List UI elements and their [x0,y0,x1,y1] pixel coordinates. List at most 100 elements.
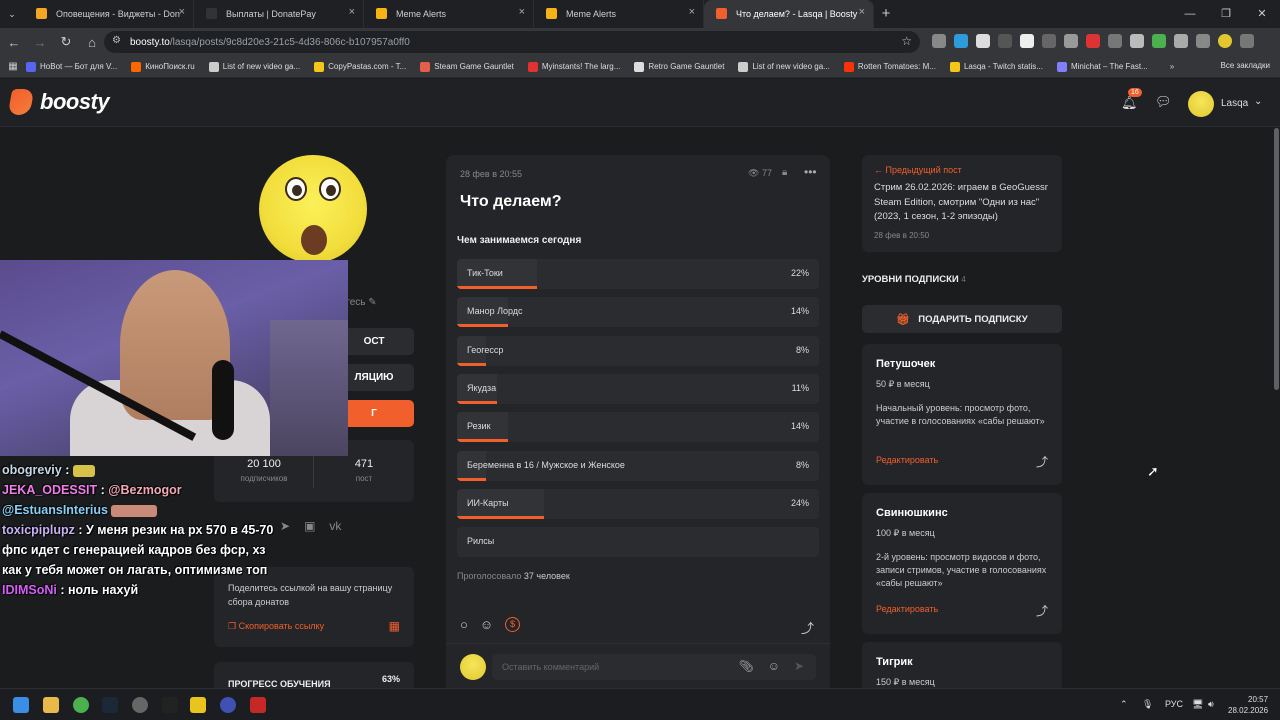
bookmark-item[interactable]: Rotten Tomatoes: M... [843,61,936,72]
send-icon[interactable]: ➤ [794,659,804,673]
file-explorer-icon[interactable] [43,697,59,713]
extension-icon[interactable] [1152,34,1166,48]
menu-dots-icon[interactable] [1240,34,1254,48]
bell-icon[interactable]: 🔔︎ [1121,95,1138,111]
network-icon[interactable]: 🖥︎ [1192,699,1203,710]
browser-tab[interactable]: Meme Alerts × [364,0,534,28]
browser-tab[interactable]: Выплаты | DonatePay × [194,0,364,28]
bookmark-item[interactable]: Retro Game Gauntlet [634,61,724,72]
extension-icon[interactable] [1020,34,1034,48]
extension-icon[interactable] [1064,34,1078,48]
all-bookmarks-folder[interactable]: Все закладки [1221,61,1270,70]
windows-start-icon[interactable] [13,697,29,713]
puzzle-icon[interactable] [1174,34,1188,48]
extension-icon[interactable] [1108,34,1122,48]
poll-option[interactable]: ИИ-Карты 24% [457,488,819,519]
emoji-icon[interactable]: ☺ [768,659,780,673]
bookmark-item[interactable]: List of new video ga... [738,61,830,72]
edit-tier-link[interactable]: Редактировать [876,604,938,614]
bookmark-item[interactable]: Myinstants! The larg... [527,61,620,72]
home-icon[interactable]: ⌂ [80,35,104,50]
chrome-icon[interactable] [73,697,89,713]
share-icon[interactable]: ⤴ [801,618,814,637]
extension-icon[interactable] [1042,34,1056,48]
minimize-icon[interactable]: — [1172,0,1208,28]
system-clock[interactable]: 20:57 28.02.2026 [1228,694,1268,716]
share-icon[interactable]: ⤴ [1036,453,1048,470]
chat-icon[interactable]: 💬︎ [1155,94,1172,110]
twitch-icon[interactable]: ▣ [304,519,315,533]
poll-option[interactable]: Якудза 11% [457,373,819,404]
donate-icon[interactable]: $ [505,617,521,632]
site-info-icon[interactable]: ⚙ [112,35,121,46]
bookmark-item[interactable]: CopyPastas.com - T... [314,61,406,72]
extension-icon[interactable] [932,34,946,48]
qr-code-icon[interactable]: ▦ [389,619,400,633]
close-tab-icon[interactable]: × [519,6,525,18]
poll-option[interactable]: Резик 14% [457,412,819,443]
microphone-icon[interactable]: 🎙︎ [1142,699,1153,710]
close-tab-icon[interactable]: × [349,6,355,18]
app-icon[interactable] [250,697,266,713]
url-field[interactable]: ⚙ boosty.to/lasqa/posts/9c8d20e3-21c5-4d… [104,31,920,53]
comment-icon[interactable]: ○ [460,617,468,632]
gift-subscription-button[interactable]: 🎁︎ ПОДАРИТЬ ПОДПИСКУ [862,305,1062,333]
browser-tab[interactable]: Meme Alerts × [534,0,704,28]
bookmark-star-icon[interactable]: ☆ [901,34,912,48]
page-scrollbar[interactable] [1274,128,1279,390]
more-options-icon[interactable]: ••• [804,165,817,179]
edit-tier-link[interactable]: Редактировать [876,455,938,465]
new-tab-button[interactable]: + [874,0,898,28]
apps-grid-icon[interactable]: ▦ [0,61,26,72]
profile-avatar-icon[interactable] [1218,34,1232,48]
back-icon[interactable]: ← [2,35,26,50]
extension-icon[interactable] [998,34,1012,48]
close-window-icon[interactable]: ✕ [1244,0,1280,28]
copy-link-button[interactable]: ❐ Скопировать ссылку [228,621,324,632]
volume-icon[interactable]: 🔊︎ [1208,699,1214,710]
app-icon[interactable] [190,697,206,713]
bookmark-item[interactable]: List of new video ga... [208,61,300,72]
chevron-down-icon[interactable]: ⌄ [1254,96,1262,107]
obs-icon[interactable] [132,697,148,713]
language-indicator[interactable]: РУС [1165,699,1183,709]
bookmarks-overflow-icon[interactable]: » [1170,62,1174,71]
extension-icon[interactable] [1086,34,1100,48]
close-tab-icon[interactable]: × [689,6,695,18]
reading-list-icon[interactable] [1196,34,1210,48]
bookmark-item[interactable]: HoBot — Бот для V... [26,61,117,72]
extension-icon[interactable] [976,34,990,48]
browser-tab-active[interactable]: Что делаем? - Lasqa | Boosty × [704,0,874,28]
avatar[interactable] [1188,91,1214,117]
close-tab-icon[interactable]: × [179,6,185,18]
browser-tab[interactable]: Оповещения - Виджеты - Don × [24,0,194,28]
bookmark-item[interactable]: Steam Game Gauntlet [420,61,514,72]
attach-icon[interactable]: 📎︎ [739,659,754,673]
app-icon[interactable] [162,697,178,713]
poll-option[interactable]: Тик-Токи 22% [457,259,819,289]
steam-icon[interactable] [102,697,118,713]
comment-input[interactable]: Оставить комментарий 📎︎ ☺ ➤ [492,654,816,680]
forward-icon[interactable]: → [28,35,52,50]
close-tab-icon[interactable]: × [859,6,865,18]
boosty-logo[interactable]: boosty [7,89,110,115]
bookmark-item[interactable]: Minichat – The Fast... [1056,61,1148,72]
app-icon[interactable] [220,697,236,713]
poll-option[interactable]: Беременна в 16 / Мужское и Женское 8% [457,450,819,481]
tab-search-icon[interactable]: ⌄ [0,0,24,28]
extension-icon[interactable] [954,34,968,48]
restore-icon[interactable]: ❐ [1208,0,1244,28]
poll-option[interactable]: Геогесср 8% [457,335,819,366]
vk-icon[interactable]: vk [329,519,341,533]
bookmark-item[interactable]: Lasqa - Twitch statis... [949,61,1043,72]
poll-option[interactable]: Манор Лордс 14% [457,297,819,328]
user-name[interactable]: Lasqa [1221,98,1248,109]
previous-post-card[interactable]: ← Предыдущий пост Стрим 26.02.2026: игра… [862,155,1062,252]
share-icon[interactable]: ⤴ [1036,602,1048,619]
poll-option[interactable]: Рилсы [457,527,819,558]
add-reaction-icon[interactable]: ☺ [480,617,493,632]
bookmark-item[interactable]: КиноПоиск.ru [131,61,195,72]
tray-overflow-icon[interactable]: ⌃ [1120,699,1128,710]
reload-icon[interactable]: ↻ [54,34,78,50]
extension-icon[interactable] [1130,34,1144,48]
